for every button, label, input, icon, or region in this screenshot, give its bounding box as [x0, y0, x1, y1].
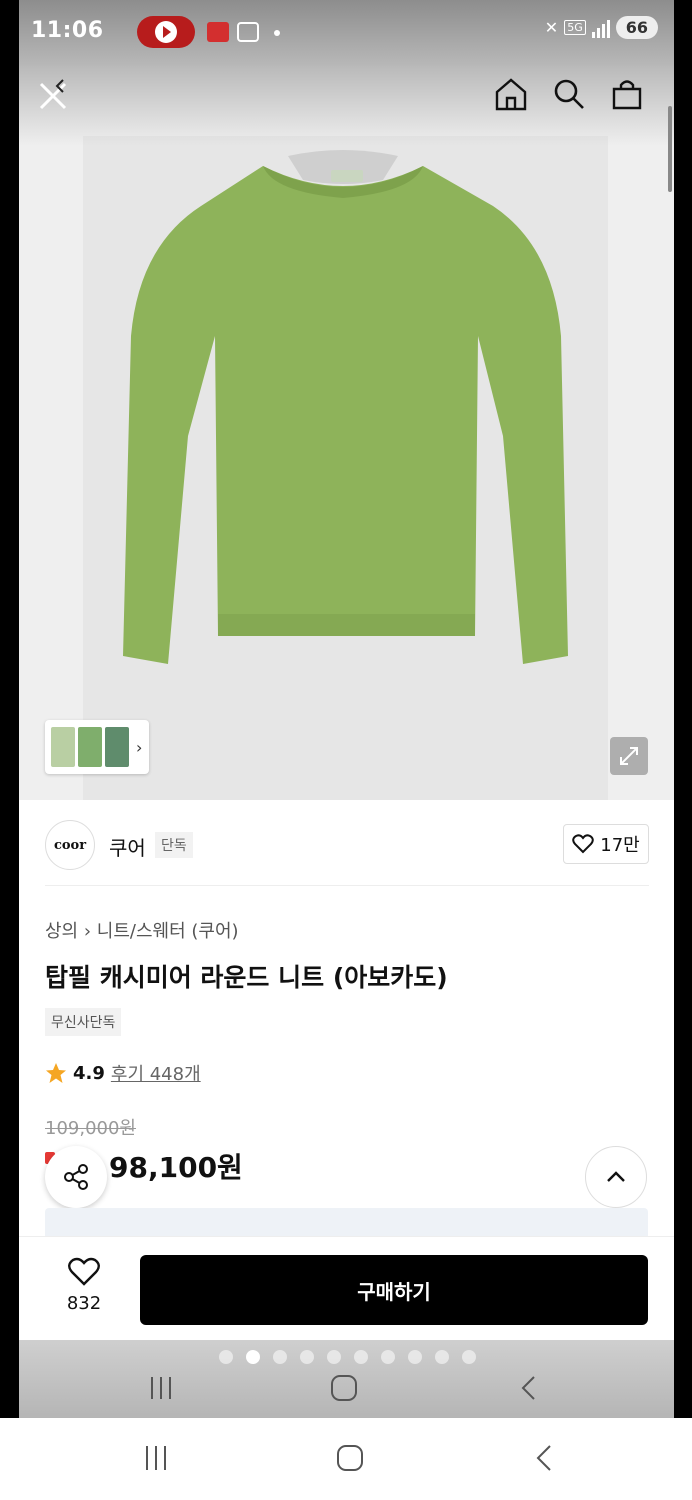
record-icon	[155, 21, 177, 43]
chevron-right-icon: ›	[136, 737, 143, 757]
notification-icon	[207, 22, 229, 42]
share-icon	[64, 1164, 88, 1190]
share-button[interactable]	[45, 1146, 107, 1208]
page-dot	[462, 1350, 476, 1364]
back-nav-button[interactable]	[509, 1370, 549, 1406]
close-button[interactable]	[33, 76, 73, 116]
product-title: 탑필 캐시미어 라운드 니트 (아보카도)	[45, 963, 448, 992]
page-dot	[273, 1350, 287, 1364]
status-bar: 11:06 ✕ 5G 66	[19, 0, 674, 66]
signal-icon	[591, 18, 610, 38]
system-home-button[interactable]	[330, 1440, 370, 1476]
more-notifications-dot	[274, 30, 280, 36]
screen-record-indicator[interactable]	[137, 16, 195, 48]
app-screen: 11:06 ✕ 5G 66 › coor 쿠어 단독 17만 상의 › 니트/스…	[19, 0, 674, 1418]
brand-row: coor 쿠어 단독 17만	[45, 820, 649, 886]
mute-icon: ✕	[544, 18, 559, 37]
status-indicators: ✕ 5G 66	[545, 16, 658, 39]
screenshot-icon	[237, 22, 259, 42]
page-dot	[300, 1350, 314, 1364]
breadcrumb-category[interactable]: 상의	[45, 921, 78, 942]
thumbnail-3[interactable]	[105, 727, 129, 767]
purchase-bar: 832 구매하기	[19, 1236, 674, 1340]
cart-button[interactable]	[607, 74, 647, 114]
product-image-carousel[interactable]: ›	[19, 66, 674, 800]
page-dot	[219, 1350, 233, 1364]
home-icon	[495, 78, 527, 111]
system-navigation-bar	[0, 1418, 692, 1500]
scroll-to-top-button[interactable]	[585, 1146, 647, 1208]
expand-image-button[interactable]	[610, 737, 648, 775]
top-action-bar	[19, 66, 674, 132]
rating-score: 4.9	[73, 1062, 105, 1084]
product-photo	[83, 136, 608, 800]
brand-exclusive-tag: 단독	[155, 832, 193, 858]
system-back-button[interactable]	[525, 1440, 565, 1476]
search-button[interactable]	[549, 74, 589, 114]
screen-frame-left	[0, 0, 19, 1418]
status-time: 11:06	[31, 18, 104, 43]
rating-row: 4.9 후기 448개	[45, 1060, 201, 1086]
system-recent-apps-button[interactable]	[136, 1440, 176, 1476]
wishlist-button[interactable]: 832	[59, 1257, 109, 1314]
expand-icon	[620, 747, 638, 765]
recent-apps-button[interactable]	[141, 1370, 181, 1406]
page-dot	[354, 1350, 368, 1364]
home-button[interactable]	[491, 74, 531, 114]
battery-indicator: 66	[615, 16, 658, 39]
page-dot	[381, 1350, 395, 1364]
buy-button[interactable]: 구매하기	[140, 1255, 648, 1325]
star-icon	[46, 1063, 66, 1083]
coupon-banner[interactable]	[45, 1208, 648, 1236]
color-thumbnails[interactable]: ›	[45, 720, 149, 774]
thumbnail-1[interactable]	[51, 727, 75, 767]
brand-like-button[interactable]: 17만	[563, 824, 649, 864]
brand-name[interactable]: 쿠어	[109, 832, 146, 861]
thumbnail-2[interactable]	[78, 727, 102, 767]
inner-navigation-bar	[19, 1340, 674, 1418]
wishlist-count: 832	[66, 1293, 102, 1314]
search-icon	[554, 79, 584, 109]
page-dot-active	[246, 1350, 260, 1364]
back-icon	[536, 1445, 551, 1471]
breadcrumb-subcategory[interactable]: 니트/스웨터 (쿠어)	[97, 921, 239, 942]
exclusive-badge: 무신사단독	[45, 1008, 122, 1036]
breadcrumb-separator: ›	[83, 921, 97, 942]
sweater-image	[123, 150, 568, 664]
recent-apps-icon	[151, 1377, 171, 1399]
close-icon	[39, 79, 67, 110]
home-nav-icon	[337, 1445, 363, 1471]
sale-price: 98,100원	[109, 1151, 243, 1184]
page-dot	[435, 1350, 449, 1364]
review-link[interactable]: 후기 448개	[111, 1060, 201, 1086]
brand-logo[interactable]: coor	[45, 820, 95, 870]
breadcrumb: 상의 › 니트/스웨터 (쿠어)	[45, 917, 239, 943]
heart-icon	[572, 834, 595, 854]
network-badge: 5G	[564, 20, 586, 35]
page-dot	[408, 1350, 422, 1364]
home-nav-button[interactable]	[324, 1370, 364, 1406]
shopping-bag-icon	[612, 80, 642, 110]
page-indicator	[219, 1350, 476, 1364]
page-dot	[327, 1350, 341, 1364]
original-price: 109,000원	[45, 1118, 136, 1139]
recent-apps-icon	[146, 1446, 166, 1470]
screen-frame-right	[674, 0, 692, 1418]
back-icon	[521, 1376, 535, 1400]
heart-icon	[68, 1257, 100, 1286]
chevron-up-icon	[607, 1171, 625, 1182]
brand-like-count: 17만	[600, 835, 640, 856]
home-nav-icon	[331, 1375, 357, 1401]
